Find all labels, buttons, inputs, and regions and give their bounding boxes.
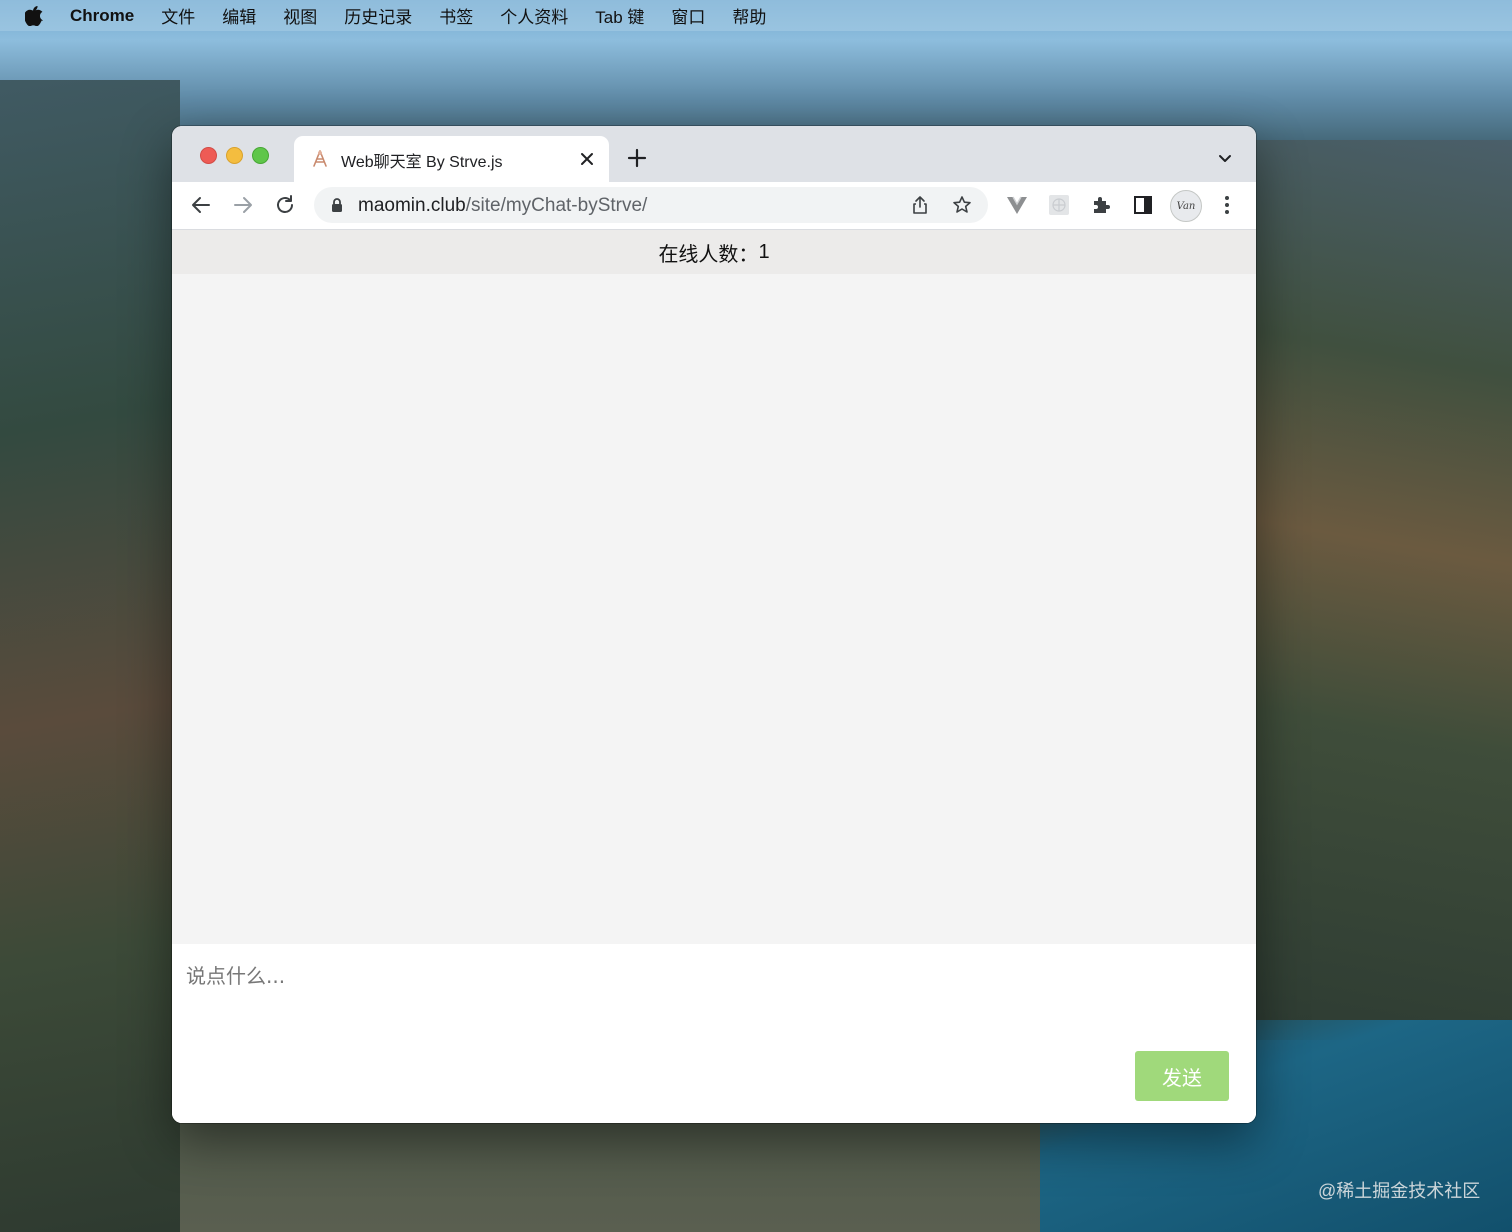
profile-avatar[interactable]: Van: [1170, 190, 1202, 222]
menu-edit[interactable]: 编辑: [222, 3, 256, 28]
vue-devtools-extension-icon[interactable]: [1005, 193, 1029, 217]
wallpaper-mountain-left: [0, 80, 180, 1232]
menu-history[interactable]: 历史记录: [344, 3, 412, 28]
chat-app-favicon-icon: [310, 149, 330, 169]
url-path: /site/myChat-byStrve/: [465, 195, 648, 216]
apple-icon[interactable]: [24, 5, 44, 26]
online-count-label: 在线人数：: [658, 243, 759, 266]
message-composer: 发送: [172, 944, 1256, 1123]
tab-title: Web聊天室 By Strve.js: [341, 154, 503, 171]
minimize-window-button[interactable]: [226, 147, 243, 164]
online-count-bar: 在线人数： 1: [172, 230, 1256, 274]
message-input[interactable]: [172, 944, 1256, 1044]
menu-app-name[interactable]: Chrome: [70, 6, 134, 26]
menu-profiles[interactable]: 个人资料: [500, 3, 568, 28]
online-count-value: 1: [758, 240, 770, 263]
browser-toolbar: maomin.club/site/myChat-byStrve/ Van: [172, 182, 1256, 230]
browser-window: Web聊天室 By Strve.js maomin.club/site/myCh…: [172, 126, 1256, 1123]
share-icon[interactable]: [910, 195, 930, 215]
extensions-puzzle-icon[interactable]: [1089, 193, 1113, 217]
wallpaper-mountain-right: [1256, 140, 1512, 1040]
tab-active[interactable]: Web聊天室 By Strve.js: [294, 136, 609, 182]
tab-search-chevron-down-icon[interactable]: [1216, 150, 1234, 168]
reload-icon[interactable]: [273, 193, 297, 217]
menu-bookmarks[interactable]: 书签: [439, 3, 473, 28]
bookmark-star-icon[interactable]: [952, 195, 972, 215]
menu-help[interactable]: 帮助: [732, 3, 766, 28]
menu-bar: Chrome 文件 编辑 视图 历史记录 书签 个人资料 Tab 键 窗口 帮助: [0, 0, 1512, 31]
page-content: 在线人数： 1 发送: [172, 230, 1256, 1123]
more-options-icon[interactable]: [1215, 193, 1239, 217]
new-tab-icon[interactable]: [626, 147, 648, 169]
side-panel-icon[interactable]: [1131, 193, 1155, 217]
address-url[interactable]: maomin.club/site/myChat-byStrve/: [358, 195, 647, 217]
close-window-button[interactable]: [200, 147, 217, 164]
tab-close-icon[interactable]: [578, 150, 596, 168]
tab-strip: Web聊天室 By Strve.js: [172, 126, 1256, 182]
back-arrow-icon[interactable]: [189, 193, 213, 217]
menu-view[interactable]: 视图: [283, 3, 317, 28]
message-list[interactable]: [172, 274, 1256, 944]
menu-window[interactable]: 窗口: [671, 3, 705, 28]
forward-arrow-icon[interactable]: [231, 193, 255, 217]
menu-file[interactable]: 文件: [161, 3, 195, 28]
menu-tab[interactable]: Tab 键: [595, 3, 644, 28]
url-host: maomin.club: [358, 195, 466, 216]
send-button[interactable]: 发送: [1135, 1051, 1229, 1101]
address-bar[interactable]: maomin.club/site/myChat-byStrve/: [314, 187, 988, 223]
lock-icon[interactable]: [330, 197, 344, 213]
extension-grid-icon[interactable]: [1047, 193, 1071, 217]
zoom-window-button[interactable]: [252, 147, 269, 164]
watermark-text: @稀土掘金技术社区: [1318, 1181, 1481, 1201]
